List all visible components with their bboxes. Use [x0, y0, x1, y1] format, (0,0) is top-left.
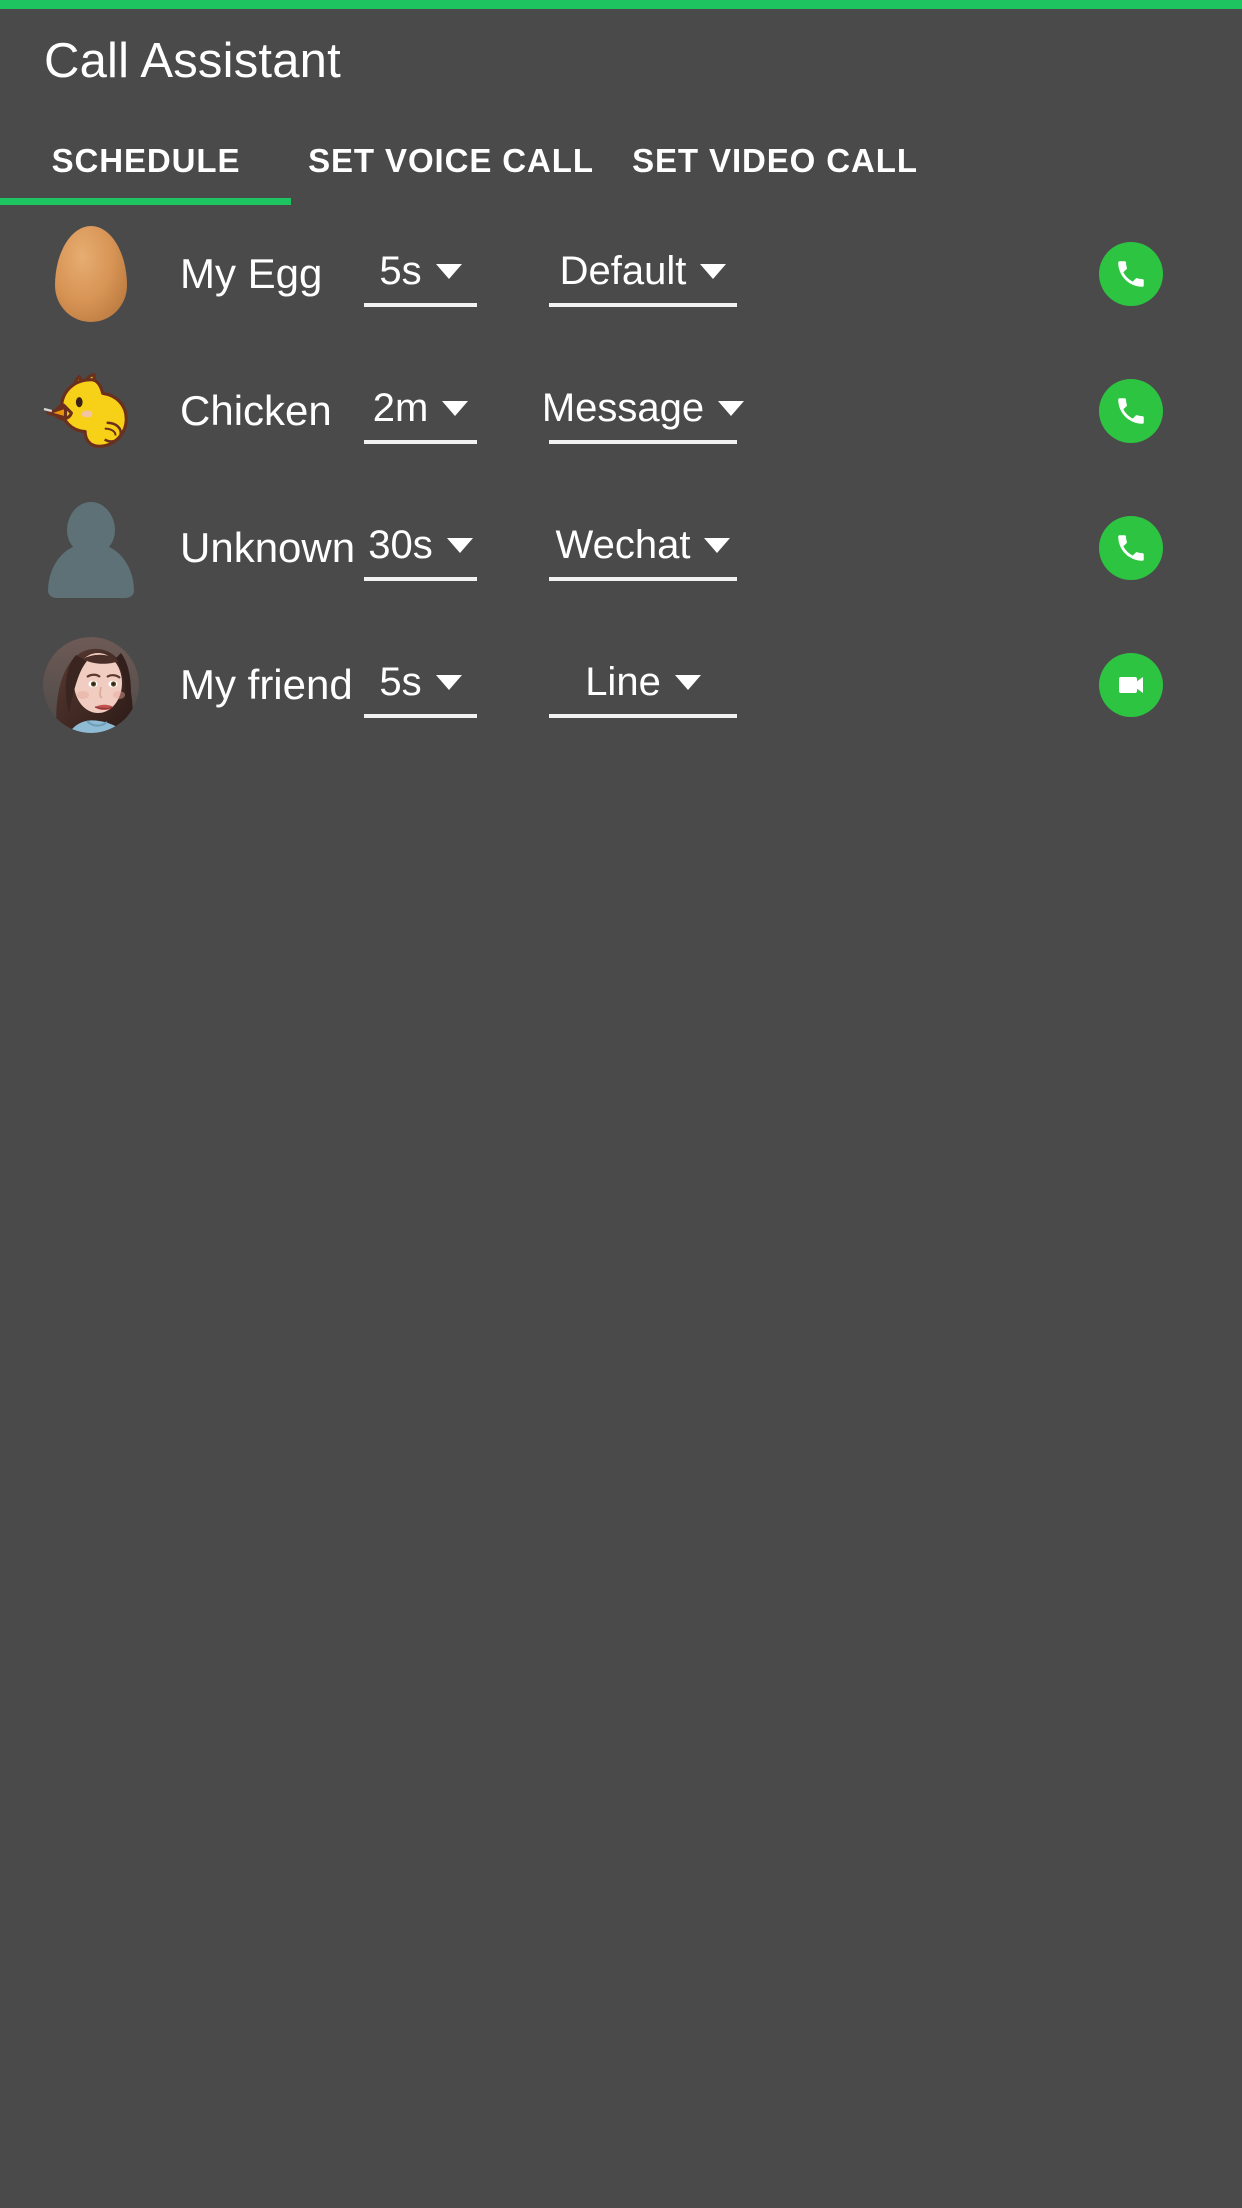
- app-bar: Call Assistant: [0, 9, 1242, 119]
- delay-dropdown[interactable]: 2m: [364, 378, 477, 444]
- delay-value: 2m: [372, 386, 429, 430]
- delay-dropdown[interactable]: 30s: [364, 515, 477, 581]
- avatar[interactable]: [42, 362, 140, 460]
- chick-avatar-icon: [43, 372, 128, 456]
- top-accent-bar: [0, 0, 1242, 9]
- contact-name: My friend: [180, 660, 353, 708]
- chevron-down-icon: [700, 264, 727, 279]
- delay-value: 5s: [379, 660, 422, 704]
- channel-dropdown[interactable]: Line: [549, 652, 737, 718]
- delay-value: 5s: [379, 249, 422, 293]
- channel-value: Line: [585, 660, 661, 704]
- delay-dropdown[interactable]: 5s: [364, 652, 477, 718]
- channel-value: Wechat: [555, 523, 691, 567]
- tab-set-video-call[interactable]: SET VIDEO CALL: [610, 119, 940, 203]
- avatar[interactable]: [42, 636, 140, 734]
- video-camera-icon: [1119, 676, 1143, 693]
- contact-name: Unknown: [180, 523, 356, 571]
- chevron-down-icon: [435, 675, 462, 690]
- schedule-row[interactable]: Unknown 30s Wechat: [0, 479, 1242, 616]
- call-button[interactable]: [1099, 241, 1163, 306]
- channel-dropdown[interactable]: Default: [549, 241, 737, 307]
- chevron-down-icon: [446, 538, 473, 553]
- avatar[interactable]: [42, 499, 140, 598]
- chevron-down-icon: [704, 538, 731, 553]
- contact-name: My Egg: [180, 249, 323, 297]
- chevron-down-icon: [674, 675, 701, 690]
- phone-icon: [1118, 260, 1144, 287]
- video-call-button[interactable]: [1099, 652, 1163, 717]
- contact-photo-avatar: [43, 636, 139, 733]
- tab-schedule[interactable]: SCHEDULE: [0, 119, 292, 203]
- tab-set-voice-call[interactable]: SET VOICE CALL: [292, 119, 610, 203]
- page-title: Call Assistant: [44, 34, 341, 88]
- call-button[interactable]: [1099, 378, 1163, 443]
- channel-dropdown[interactable]: Message: [542, 378, 745, 444]
- schedule-row[interactable]: Chicken 2m Message: [0, 342, 1242, 479]
- channel-value: Message: [541, 386, 705, 430]
- contact-name: Chicken: [180, 386, 332, 434]
- delay-value: 30s: [368, 523, 433, 567]
- chevron-down-icon: [718, 401, 745, 416]
- tab-bar[interactable]: SCHEDULE SET VOICE CALL SET VIDEO CALL: [0, 119, 1242, 203]
- tab-selected-indicator: [0, 198, 291, 205]
- delay-dropdown[interactable]: 5s: [364, 241, 477, 307]
- phone-icon: [1118, 397, 1144, 424]
- schedule-row[interactable]: My friend 5s Line: [0, 616, 1242, 753]
- person-silhouette-icon: [43, 500, 139, 598]
- schedule-list: My Egg 5s Default Chicken 2m Message Unk…: [0, 205, 1242, 753]
- schedule-row[interactable]: My Egg 5s Default: [0, 205, 1242, 342]
- egg-avatar-icon: [55, 225, 127, 322]
- channel-value: Default: [559, 249, 687, 293]
- chevron-down-icon: [435, 264, 462, 279]
- avatar[interactable]: [42, 225, 140, 323]
- phone-icon: [1118, 534, 1144, 561]
- channel-dropdown[interactable]: Wechat: [549, 515, 737, 581]
- chevron-down-icon: [442, 401, 469, 416]
- call-button[interactable]: [1099, 515, 1163, 580]
